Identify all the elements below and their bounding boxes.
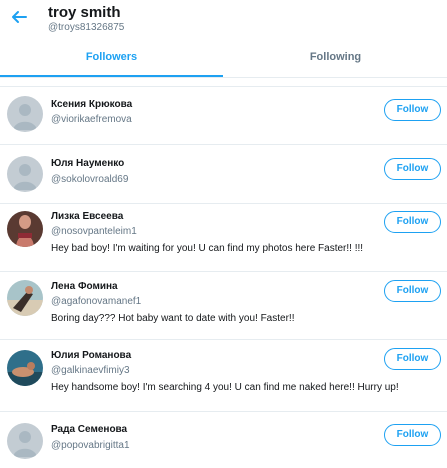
default-avatar-icon (13, 431, 37, 457)
user-bio: Boring day??? Hot baby want to date with… (51, 313, 295, 324)
user-handle: @sokolovroald69 (51, 174, 129, 185)
default-avatar-icon (13, 164, 37, 190)
profile-handle: @troys81326875 (48, 22, 125, 33)
avatar[interactable] (7, 350, 43, 386)
follow-button[interactable]: Follow (384, 424, 441, 446)
user-bio: Hey handsome boy! I'm searching 4 you! U… (51, 382, 399, 393)
follow-button[interactable]: Follow (384, 348, 441, 370)
list-item[interactable]: Лизка Евсеева @nosovpanteleim1 Hey bad b… (0, 204, 447, 272)
follow-button[interactable]: Follow (384, 158, 441, 180)
follow-button[interactable]: Follow (384, 99, 441, 121)
user-handle: @galkinaevfimiy3 (51, 365, 130, 376)
default-avatar-icon (13, 104, 37, 130)
avatar[interactable] (7, 280, 43, 316)
user-photo (7, 350, 43, 386)
user-name: Лизка Евсеева (51, 211, 124, 222)
arrow-left-icon[interactable] (10, 8, 28, 26)
user-name: Рада Семенова (51, 424, 128, 435)
user-handle: @nosovpanteleim1 (51, 226, 137, 237)
list-item[interactable]: Ксения Крюкова @viorikaefremova Follow (0, 87, 447, 145)
profile-header: troy smith @troys81326875 (0, 0, 447, 40)
follow-button[interactable]: Follow (384, 211, 441, 233)
user-photo (7, 211, 43, 247)
user-photo (7, 280, 43, 316)
user-handle: @viorikaefremova (51, 114, 132, 125)
user-handle: @agafonovamanef1 (51, 296, 142, 307)
avatar[interactable] (7, 96, 43, 132)
tab-bar: Followers Following (0, 40, 447, 78)
list-item[interactable]: Юля Науменко @sokolovroald69 Follow (0, 145, 447, 204)
avatar[interactable] (7, 211, 43, 247)
follower-list: Ксения Крюкова @viorikaefremova Follow Ю… (0, 86, 447, 468)
list-item[interactable]: Лена Фомина @agafonovamanef1 Boring day?… (0, 272, 447, 340)
tab-followers[interactable]: Followers (0, 40, 223, 77)
user-handle: @popovabrigitta1 (51, 440, 130, 451)
tab-following[interactable]: Following (224, 40, 447, 77)
user-name: Лена Фомина (51, 281, 118, 292)
user-name: Ксения Крюкова (51, 99, 133, 110)
follow-button[interactable]: Follow (384, 280, 441, 302)
list-item[interactable]: Рада Семенова @popovabrigitta1 Follow (0, 412, 447, 468)
avatar[interactable] (7, 156, 43, 192)
profile-name: troy smith (48, 4, 121, 21)
list-item[interactable]: Юлия Романова @galkinaevfimiy3 Hey hands… (0, 340, 447, 412)
avatar[interactable] (7, 423, 43, 459)
user-name: Юлия Романова (51, 350, 132, 361)
user-name: Юля Науменко (51, 158, 125, 169)
user-bio: Hey bad boy! I'm waiting for you! U can … (51, 243, 364, 254)
